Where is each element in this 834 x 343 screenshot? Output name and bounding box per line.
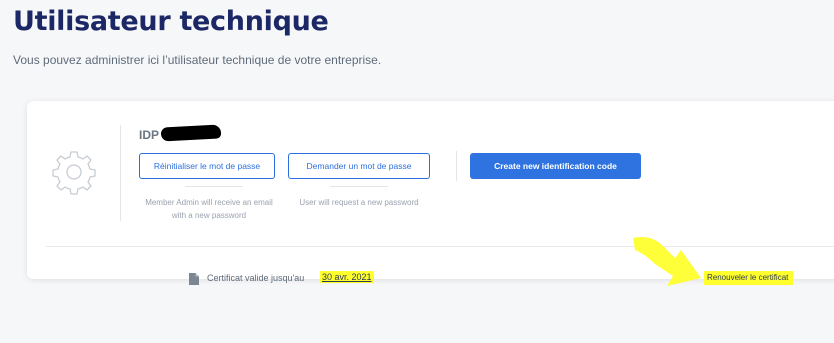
create-identification-code-button[interactable]: Create new identification code [470,153,641,179]
certificate-divider [46,246,834,247]
technical-user-name: IDP [139,128,160,142]
highlight-arrow-annotation [633,237,701,286]
request-password-button[interactable]: Demander un mot de passe [288,153,430,179]
request-password-hint: User will request a new password [299,198,419,207]
reset-password-button[interactable]: Réinitialiser le mot de passe [139,153,275,179]
actions-divider [456,151,457,181]
page-subtitle: Vous pouvez administrer ici l’utilisateu… [13,53,382,67]
gear-icon [52,151,96,195]
document-icon [189,273,199,285]
reset-hint-separator [185,186,243,187]
renew-certificate-link[interactable]: Renouveler le certificat [704,271,794,285]
vertical-divider [120,125,121,221]
page-title: Utilisateur technique [13,6,329,37]
request-hint-separator [330,186,388,187]
reset-password-hint: Member Admin will receive an email with … [145,198,273,220]
certificate-expiry-date: 30 avr. 2021 [320,271,374,283]
certificate-validity-label: Certificat valide jusqu'au [207,273,305,283]
